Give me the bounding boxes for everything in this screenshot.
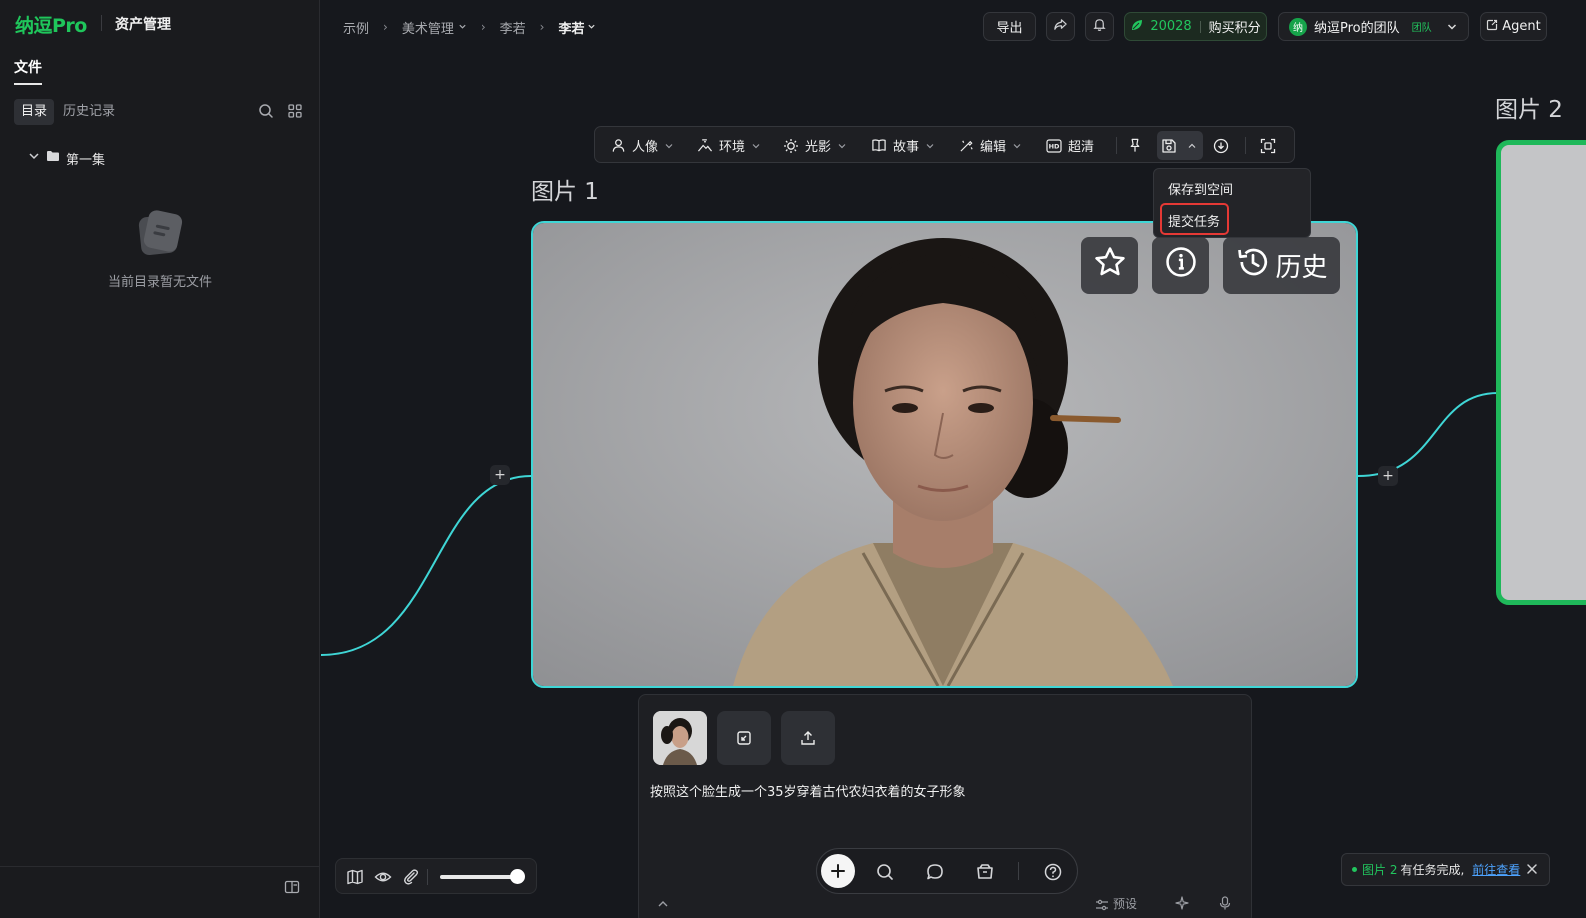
pin-icon: [1130, 138, 1140, 152]
preset-label: 预设: [1113, 897, 1138, 911]
toast-image-ref: 图片 2: [1362, 863, 1398, 877]
image1-label: 图片 1: [531, 179, 599, 205]
add-input-button[interactable]: +: [490, 465, 510, 485]
tool-label: 故事: [893, 140, 920, 155]
add-output-button[interactable]: +: [1378, 466, 1398, 486]
chevron-down-icon: [838, 143, 846, 148]
add-button[interactable]: [821, 854, 855, 888]
hd-icon: HD: [1046, 138, 1062, 153]
svg-text:HD: HD: [1049, 142, 1060, 150]
tool-environment[interactable]: 环境: [697, 127, 767, 164]
sun-icon: [784, 138, 798, 153]
preset-button[interactable]: 预设: [1095, 895, 1137, 912]
zoom-slider-track[interactable]: [440, 875, 519, 879]
microphone-icon[interactable]: [1219, 896, 1231, 914]
chevron-down-icon: [926, 143, 934, 148]
save-icon: [1162, 138, 1176, 153]
chevron-up-icon[interactable]: [657, 898, 669, 913]
divider: [1116, 137, 1117, 154]
crop-icon: [737, 731, 751, 745]
crop-button[interactable]: [717, 711, 771, 765]
reference-thumbnail[interactable]: [653, 711, 707, 765]
tool-upscale[interactable]: HD 超清: [1046, 127, 1094, 164]
person-icon: [612, 139, 625, 152]
view-link[interactable]: 前往查看: [1472, 861, 1520, 878]
tool-label: 人像: [632, 140, 659, 155]
zoom-slider-handle[interactable]: [510, 869, 525, 884]
view-controls: [335, 858, 537, 894]
map-icon[interactable]: [346, 868, 364, 886]
sparkle-icon[interactable]: [1175, 896, 1189, 914]
highlight-box: [1160, 203, 1229, 235]
attachment-icon[interactable]: [402, 868, 420, 886]
favorite-button[interactable]: [1081, 237, 1138, 294]
save-icon-wrap: [1161, 127, 1203, 164]
status-dot: [1352, 867, 1357, 872]
plus-icon: [831, 864, 845, 878]
divider: [1245, 137, 1246, 154]
settings-sliders-icon: [1096, 899, 1108, 910]
tool-lighting[interactable]: 光影: [783, 127, 853, 164]
action-bar: [816, 848, 1078, 894]
chat-icon[interactable]: [925, 862, 945, 882]
info-button[interactable]: [1152, 237, 1209, 294]
fullscreen-button[interactable]: [1260, 127, 1282, 164]
history-label: 历史: [1275, 253, 1328, 283]
divider: [1018, 862, 1019, 880]
divider: [427, 869, 428, 885]
toast-message: 有任务完成,: [1400, 863, 1465, 877]
tool-portrait[interactable]: 人像: [611, 127, 680, 164]
history-button[interactable]: 历史: [1223, 237, 1340, 294]
upload-icon: [801, 731, 815, 745]
chevron-up-icon: [1188, 143, 1196, 148]
tool-label: 环境: [719, 140, 746, 155]
info-icon: [1164, 245, 1198, 286]
tool-label: 光影: [805, 140, 832, 155]
reference-image: [653, 711, 707, 765]
wand-icon: [960, 140, 973, 152]
search-icon[interactable]: [875, 862, 895, 882]
chevron-down-icon: [1013, 143, 1021, 148]
eye-icon[interactable]: [374, 868, 392, 886]
help-icon[interactable]: [1043, 862, 1063, 882]
chevron-down-icon: [752, 143, 760, 148]
chevron-down-icon: [665, 143, 673, 148]
book-icon: [872, 139, 886, 152]
download-button[interactable]: [1213, 127, 1235, 164]
tool-story[interactable]: 故事: [871, 127, 941, 164]
landscape-icon: [697, 139, 713, 152]
image-toolbar: 人像 环境 光影 故事 编辑 HD 超清: [594, 126, 1295, 163]
pin-button[interactable]: [1128, 127, 1148, 164]
upload-button[interactable]: [781, 711, 835, 765]
history-icon: [1235, 244, 1271, 287]
menu-item-save-to-space[interactable]: 保存到空间: [1168, 179, 1233, 198]
task-notification: 图片 2 有任务完成, 前往查看: [1341, 853, 1550, 886]
fullscreen-icon: [1260, 138, 1276, 153]
box-icon[interactable]: [975, 862, 995, 882]
tool-label: 超清: [1068, 140, 1095, 155]
prompt-input[interactable]: 按照这个脸生成一个35岁穿着古代农妇衣着的女子形象: [650, 781, 966, 800]
tool-edit[interactable]: 编辑: [959, 127, 1028, 164]
close-icon[interactable]: [1525, 862, 1539, 876]
star-icon: [1093, 245, 1127, 286]
prompt-panel: 按照这个脸生成一个35岁穿着古代农妇衣着的女子形象 预设: [638, 694, 1252, 918]
image2-label: 图片 2: [1495, 97, 1563, 123]
download-icon: [1213, 138, 1229, 153]
image-node-2[interactable]: [1496, 140, 1586, 605]
tool-label: 编辑: [980, 140, 1007, 155]
